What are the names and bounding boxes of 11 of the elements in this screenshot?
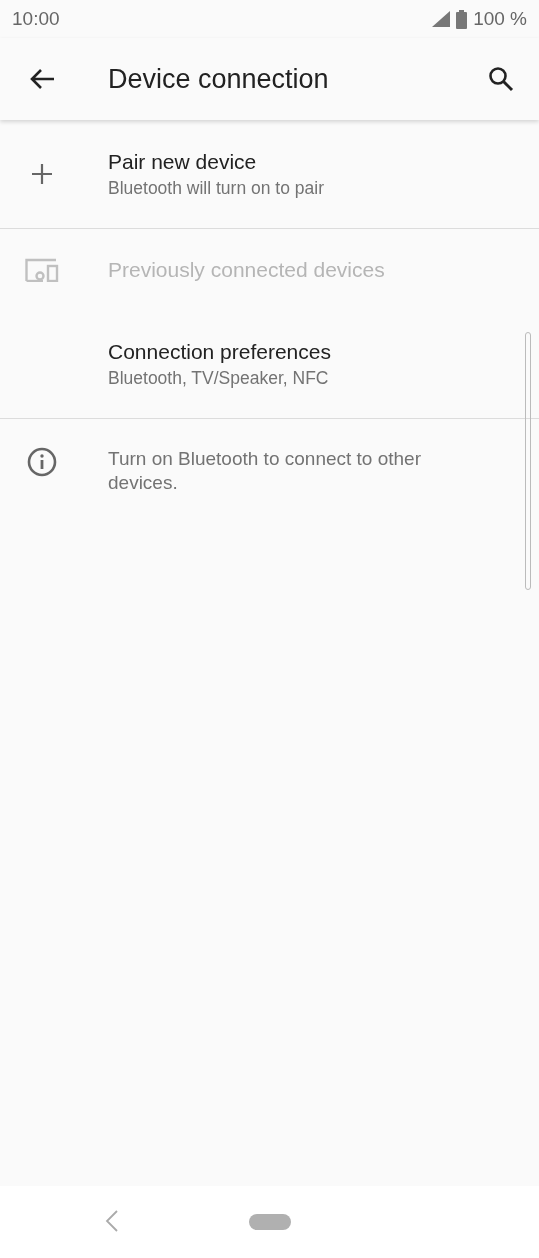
settings-item[interactable]: Pair new device Bluetooth will turn on to pair [0, 120, 539, 228]
clock: 10:00 [12, 8, 60, 30]
devices-icon [25, 257, 59, 282]
info-text: Turn on Bluetooth to connect to other devices. [108, 447, 422, 495]
battery-icon [456, 9, 468, 29]
settings-item[interactable]: Connection preferences Bluetooth, TV/Speaker, NFC [0, 310, 539, 418]
battery-level: 100 % [473, 8, 527, 30]
plus-icon [32, 164, 52, 184]
screen-title: Device connection [108, 63, 330, 95]
signal-icon [432, 11, 451, 27]
info-icon [27, 447, 57, 477]
